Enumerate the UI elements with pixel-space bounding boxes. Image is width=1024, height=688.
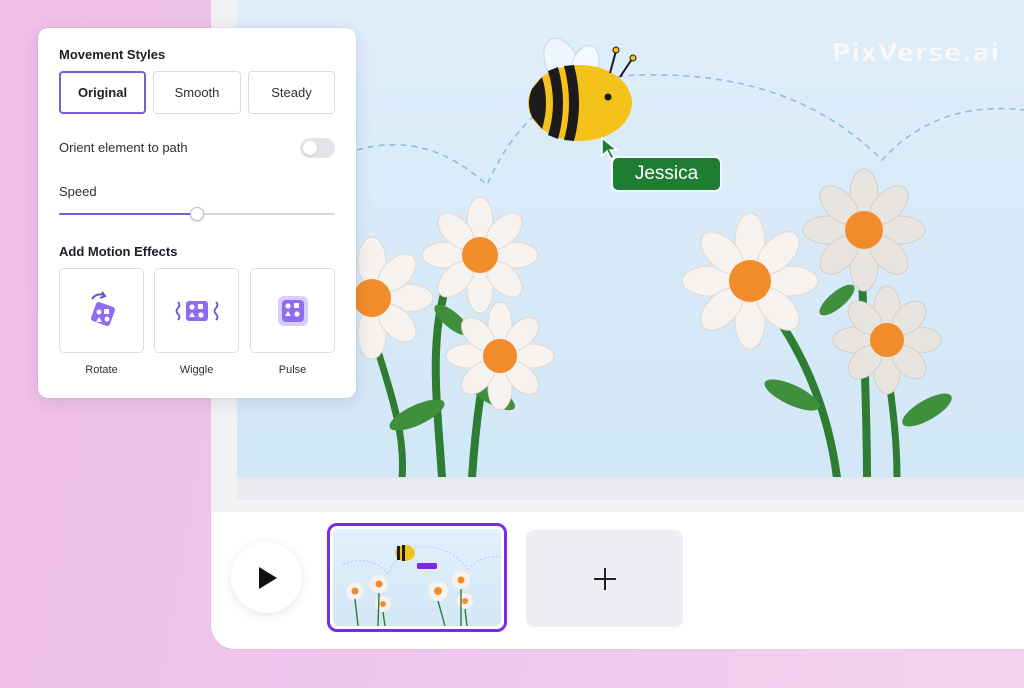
style-original-button[interactable]: Original [59,71,146,114]
animation-panel: Movement Styles Original Smooth Steady O… [38,28,356,398]
canvas-bottom-edge [237,478,1024,500]
thumbnail-illustration [342,545,501,626]
effect-wiggle-tile[interactable] [154,268,239,353]
speed-slider-fill [59,213,197,215]
effect-wiggle-label: Wiggle [179,364,214,376]
movement-styles-title: Movement Styles [59,47,166,62]
collaborator-cursor-icon [601,136,620,160]
toggle-knob [303,141,317,155]
add-page-button[interactable] [526,530,683,627]
style-steady-label: Steady [271,85,312,100]
style-original-label: Original [77,85,128,100]
page-thumbnail-selected[interactable] [327,523,507,632]
bee-illustration [528,37,637,141]
orient-to-path-toggle[interactable] [300,138,335,158]
effect-rotate-label: Rotate [85,364,118,376]
effect-rotate-tile[interactable] [59,268,144,353]
effect-pulse-label: Pulse [278,364,307,376]
pulse-effect-icon [277,295,308,326]
effect-pulse-tile[interactable] [250,268,335,353]
style-smooth-button[interactable]: Smooth [153,71,241,114]
style-smooth-label: Smooth [174,85,220,100]
collaborator-name-tag: Jessica [613,158,720,190]
style-steady-button[interactable]: Steady [248,71,335,114]
speed-label: Speed [59,184,97,199]
daisy-group-right [681,168,952,477]
orient-to-path-label: Orient element to path [59,140,188,155]
speed-slider-thumb[interactable] [190,207,204,221]
wiggle-effect-icon [175,300,218,321]
play-icon [258,566,277,589]
rotate-effect-icon [90,290,115,326]
speed-slider[interactable] [59,207,335,221]
plus-icon [593,567,616,590]
page-thumbnail-preview [333,529,501,626]
play-button[interactable] [231,542,302,613]
watermark: PixVerse.ai [832,38,1001,67]
motion-effects-title: Add Motion Effects [59,244,178,259]
daisy-group-left [353,196,555,477]
